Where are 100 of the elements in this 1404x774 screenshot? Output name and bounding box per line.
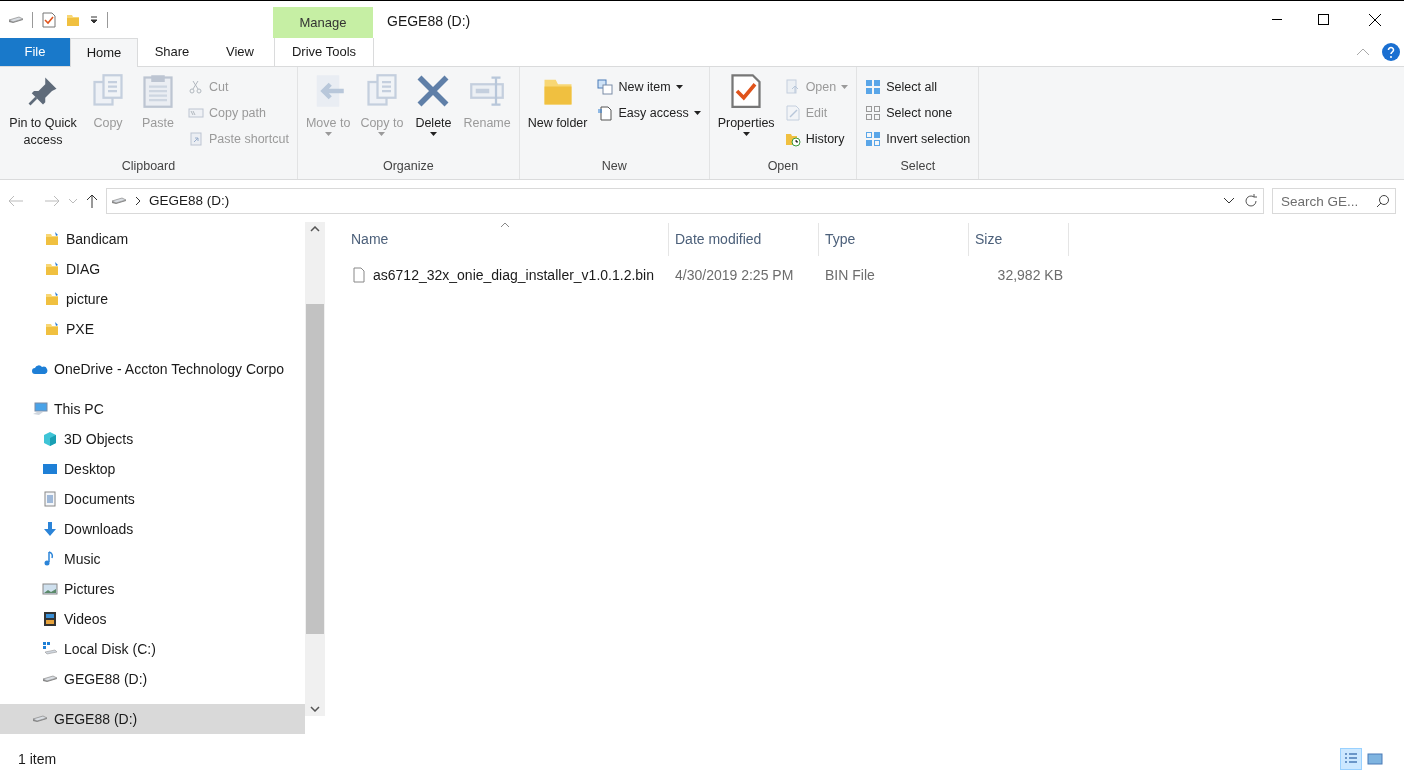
address-path[interactable]: GEGE88 (D:) xyxy=(149,190,230,212)
nav-label: Music xyxy=(64,549,101,569)
scroll-up-icon[interactable] xyxy=(310,226,320,232)
file-row[interactable]: as6712_32x_onie_diag_installer_v1.0.1.2.bin 4/30/2019 2:25 PM BIN File 32,982 KB xyxy=(345,260,1404,290)
search-icon xyxy=(1376,194,1390,208)
ribbon-group-label: Select xyxy=(899,158,937,176)
nav-label: Local Disk (C:) xyxy=(64,639,156,659)
nav-item[interactable]: Local Disk (C:) xyxy=(0,634,305,664)
caret-icon xyxy=(324,132,332,136)
ribbon-group-label: Organize xyxy=(381,158,435,176)
column-header[interactable]: Type xyxy=(819,223,969,256)
search-field[interactable]: Search GE... xyxy=(1272,188,1396,214)
scrollbar[interactable] xyxy=(305,222,325,716)
nav-item[interactable]: Documents xyxy=(0,484,305,514)
drive-icon xyxy=(111,197,127,205)
nav-label: picture xyxy=(66,289,109,309)
new-item-icon xyxy=(597,79,614,95)
ribbon-button[interactable]: Select none xyxy=(861,101,975,125)
address-bar[interactable]: GEGE88 (D:) xyxy=(106,188,1264,214)
download-arrow-icon xyxy=(42,521,58,537)
caret-icon xyxy=(841,85,849,89)
column-header[interactable]: Size xyxy=(969,223,1069,256)
large-icons-view-icon xyxy=(1367,751,1383,767)
nav-item[interactable]: PXE xyxy=(0,314,305,344)
cube-icon xyxy=(42,431,58,447)
ribbon-button[interactable]: Easy access xyxy=(593,101,705,125)
forward-arrow-icon[interactable] xyxy=(44,195,60,207)
select-none-icon xyxy=(865,105,882,121)
ribbon-button[interactable]: Invert selection xyxy=(861,127,975,151)
customize-dropdown-icon[interactable] xyxy=(89,14,99,25)
ribbon-tab[interactable]: View xyxy=(206,38,274,66)
ribbon-button[interactable]: Select all xyxy=(861,75,975,99)
pinned-folder-icon xyxy=(44,261,60,277)
nav-item[interactable]: Pictures xyxy=(0,574,305,604)
pinned-folder-icon xyxy=(44,231,60,247)
ribbon-tab[interactable]: Home xyxy=(70,38,138,67)
ribbon-button[interactable]: History xyxy=(780,127,853,151)
desktop-icon xyxy=(42,461,58,477)
pinned-folder-icon xyxy=(44,291,60,307)
windows-drive-icon xyxy=(42,641,58,657)
nav-label: Videos xyxy=(64,609,107,629)
nav-item[interactable]: Videos xyxy=(0,604,305,634)
context-tab-group: Manage xyxy=(273,7,373,38)
nav-item[interactable]: Music xyxy=(0,544,305,574)
ribbon-button[interactable]: Properties xyxy=(713,73,779,136)
up-arrow-icon[interactable] xyxy=(86,193,98,209)
open-icon xyxy=(784,79,801,95)
nav-item[interactable]: GEGE88 (D:) xyxy=(0,664,305,694)
ribbon-button[interactable]: New item xyxy=(593,75,705,99)
ribbon-button[interactable]: Pin to Quick access xyxy=(4,73,82,149)
ribbon-tab[interactable]: Drive Tools xyxy=(274,38,374,66)
nav-item[interactable]: This PC xyxy=(0,394,305,424)
column-header[interactable]: Name xyxy=(345,223,669,256)
view-toggle[interactable] xyxy=(1340,748,1362,770)
shortcut-icon xyxy=(188,131,204,147)
nav-label: Bandicam xyxy=(66,229,129,249)
invert-selection-icon xyxy=(865,131,882,147)
minimize-icon xyxy=(1272,19,1282,20)
ribbon-button[interactable]: Delete xyxy=(409,73,458,136)
nav-label: GEGE88 (D:) xyxy=(54,709,138,729)
nav-item[interactable]: picture xyxy=(0,284,305,314)
column-header[interactable]: Date modified xyxy=(669,223,819,256)
collapse-ribbon-icon[interactable] xyxy=(1356,48,1370,56)
ribbon-group-label: Clipboard xyxy=(120,158,177,176)
ribbon-tab[interactable]: File xyxy=(0,38,70,66)
help-icon[interactable] xyxy=(1382,43,1400,61)
pinned-folder-icon xyxy=(44,321,60,337)
chevron-right-icon xyxy=(135,196,141,206)
close-icon xyxy=(1369,13,1381,26)
chevron-down-icon[interactable] xyxy=(1223,197,1235,205)
nav-item[interactable]: 3D Objects xyxy=(0,424,305,454)
select-all-icon xyxy=(865,79,882,95)
nav-item[interactable]: DIAG xyxy=(0,254,305,284)
nav-item[interactable]: Desktop xyxy=(0,454,305,484)
nav-item[interactable]: OneDrive - Accton Technology Corpo xyxy=(0,354,305,384)
nav-label: Downloads xyxy=(64,519,134,539)
item-count: 1 item xyxy=(18,749,57,769)
path-icon xyxy=(188,105,204,121)
nav-item[interactable]: Bandicam xyxy=(0,224,305,254)
properties-icon xyxy=(41,11,57,28)
caret-icon xyxy=(693,111,701,115)
scissors-icon xyxy=(188,79,204,95)
date-cell-text: 4/30/2019 2:25 PM xyxy=(674,265,795,285)
file-icon xyxy=(351,267,367,283)
recent-dropdown-icon[interactable] xyxy=(68,198,78,204)
nav-item[interactable]: Downloads xyxy=(0,514,305,544)
scroll-down-icon[interactable] xyxy=(310,706,320,712)
ribbon-group-label: New xyxy=(600,158,628,176)
drive-icon xyxy=(42,675,58,683)
nav-label: Desktop xyxy=(64,459,116,479)
drive-icon xyxy=(32,715,48,723)
ribbon-tab[interactable]: Share xyxy=(138,38,206,66)
caret-icon xyxy=(675,85,683,89)
ribbon-group-label: Open xyxy=(766,158,800,176)
history-icon xyxy=(784,131,801,147)
pictures-icon xyxy=(42,581,58,597)
back-arrow-icon[interactable] xyxy=(8,195,24,207)
refresh-icon[interactable] xyxy=(1243,193,1259,209)
ribbon-button[interactable]: New folder xyxy=(523,73,592,132)
nav-item[interactable]: GEGE88 (D:) xyxy=(0,704,305,734)
